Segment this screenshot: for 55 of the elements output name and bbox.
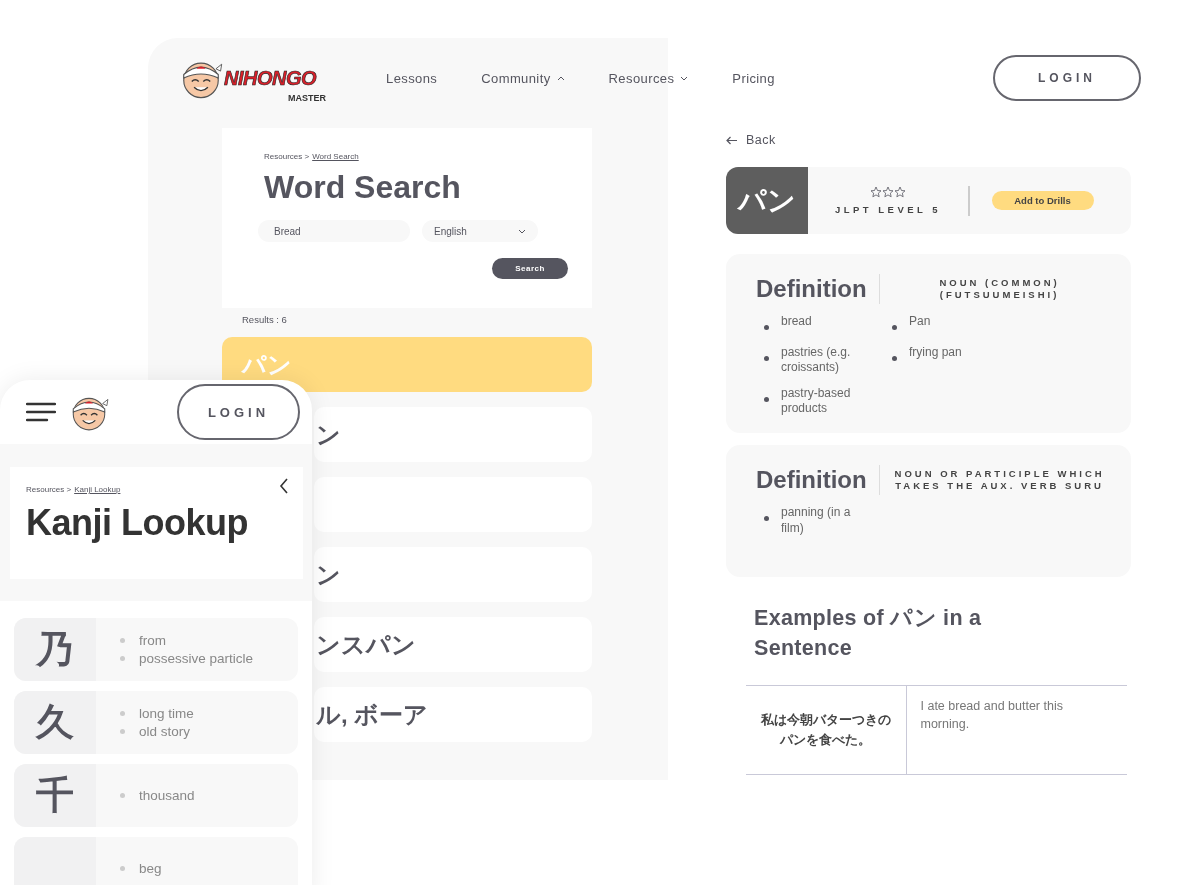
english-translation: I ate bread and butter this morning. [906, 685, 1127, 775]
result-item[interactable]: ン [314, 547, 592, 602]
nav-link[interactable]: Pricing [732, 70, 775, 86]
definition-text: bread [781, 314, 812, 330]
nav-link[interactable]: Resources [608, 70, 689, 86]
kanji-card[interactable]: 乃 from possessive particle [14, 618, 298, 681]
definition-text: frying pan [909, 344, 962, 361]
result-word: ン [316, 419, 341, 450]
login-button[interactable]: LOGIN [993, 55, 1141, 101]
breadcrumb-text: Resources > [26, 485, 72, 494]
breadcrumb-link[interactable]: Kanji Lookup [74, 485, 121, 494]
part-of-speech: NOUN (COMMON) (FUTSUUMEISHI) [938, 277, 1061, 301]
kanji-tile: 千 [14, 764, 96, 827]
kanji-card[interactable]: 久 long time old story [14, 691, 298, 754]
back-link[interactable]: Back [726, 133, 1131, 147]
results-count: Results : 6 [242, 314, 288, 325]
result-item[interactable]: ル, ボーア [314, 687, 592, 742]
nav-link[interactable]: Lessons [386, 70, 438, 86]
language-select[interactable]: English [422, 220, 538, 242]
part-of-speech: NOUN OR PARTICIPLE WHICH TAKES THE AUX. VERB SURU [893, 468, 1106, 492]
login-button[interactable]: LOGIN [177, 384, 300, 440]
kanji-meaning: old story [139, 724, 191, 739]
result-word: パン [242, 349, 292, 380]
definition-text: panning (in a film) [781, 504, 852, 537]
add-to-drills-button[interactable]: Add to Drills [991, 191, 1094, 210]
kanji-meaning: thousand [139, 788, 195, 803]
word-tile: パン [726, 167, 808, 234]
definition-heading: Definition [756, 465, 867, 494]
result-word: ル, ボーア [316, 699, 429, 730]
kanji-meaning: long time [139, 706, 194, 721]
result-item[interactable]: ンスパン [314, 617, 592, 672]
breadcrumb-text: Resources > [264, 152, 310, 161]
search-input[interactable]: Bread [258, 220, 410, 242]
search-button[interactable]: Search [492, 258, 568, 279]
kanji-meaning: beg [139, 861, 162, 876]
result-item[interactable]: ン [314, 407, 592, 462]
kanji-tile: 久 [14, 691, 96, 754]
nav-link[interactable]: Community [481, 70, 565, 86]
kanji-meaning: possessive particle [139, 651, 254, 666]
definition-heading: Definition [756, 275, 867, 303]
site-logo[interactable]: NIHONGO MASTER [178, 55, 328, 101]
kanji-tile: 乃 [14, 618, 96, 681]
result-word: ンスパン [316, 629, 416, 660]
result-word: ン [316, 559, 341, 590]
definition-text: Pan [909, 314, 931, 330]
japanese-sentence: 私は今朝バターつきのパンを食べた。 [746, 685, 906, 775]
jlpt-level: JLPT LEVEL 5 [834, 204, 942, 215]
definition-text: pastries (e.g. croissants) [781, 344, 852, 376]
breadcrumb-link[interactable]: Word Search [312, 152, 359, 161]
page-title: Word Search [264, 169, 462, 206]
definition-text: pastry-based products [781, 385, 852, 417]
kanji-meaning: from [139, 633, 166, 648]
examples-heading: Examples of パン in a Sentence [754, 604, 983, 663]
page-title: Kanji Lookup [26, 502, 249, 544]
kanji-card[interactable]: 千 thousand [14, 764, 298, 827]
